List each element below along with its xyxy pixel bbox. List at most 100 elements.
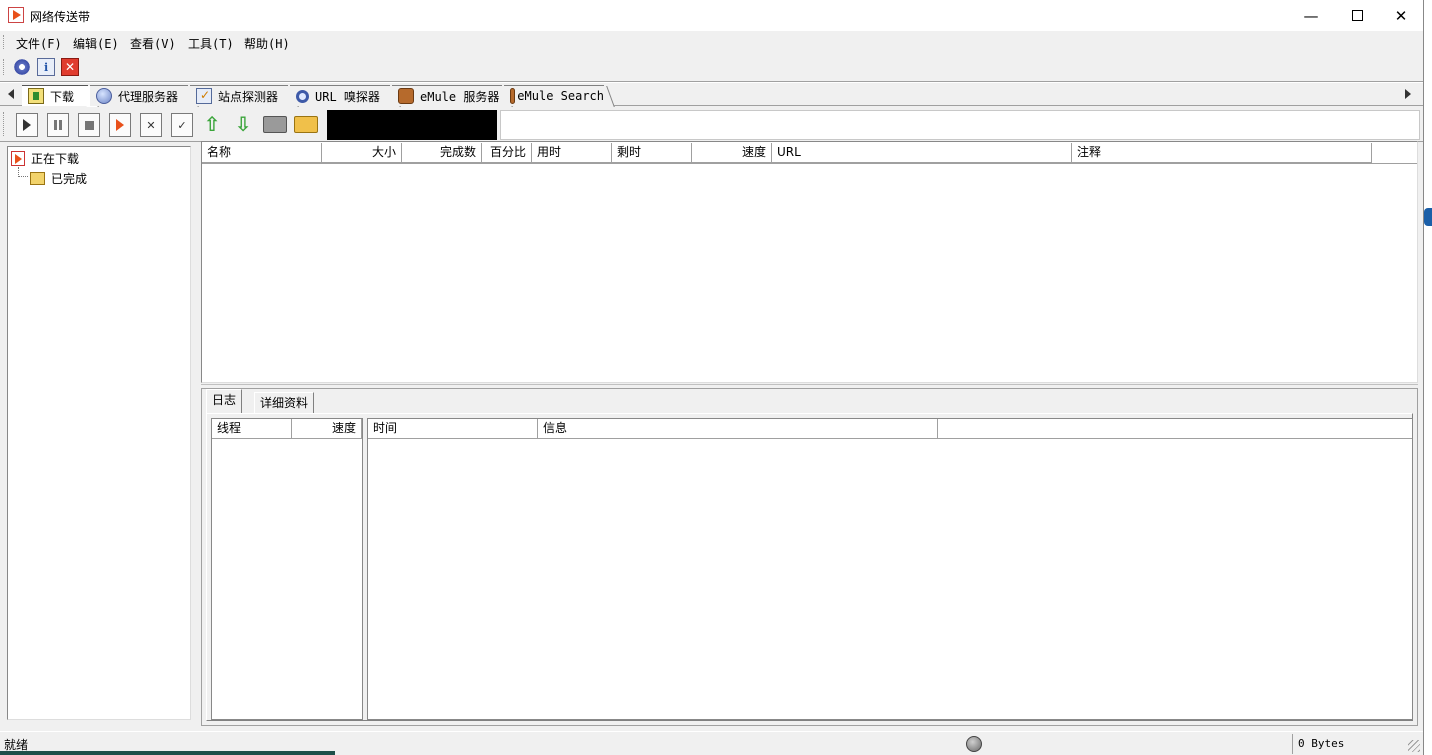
- downloading-icon: [11, 151, 25, 166]
- tab-log[interactable]: 日志: [206, 389, 243, 413]
- start-button[interactable]: [16, 113, 38, 137]
- tab-label: 代理服务器: [118, 89, 179, 104]
- toolbar-grip[interactable]: [3, 112, 6, 136]
- column-header-thread-speed[interactable]: 速度: [292, 419, 362, 439]
- category-tree: 正在下载 已完成: [7, 146, 191, 720]
- check-button[interactable]: ✓: [171, 113, 193, 137]
- column-header-remaining[interactable]: 剩时: [612, 143, 692, 163]
- redacted-field: [327, 110, 497, 140]
- tab-label: eMule Search: [517, 89, 604, 103]
- url-input[interactable]: [500, 110, 1420, 140]
- menu-edit[interactable]: 编辑(E): [73, 35, 119, 52]
- tree-item-downloading[interactable]: 正在下载: [11, 150, 79, 167]
- move-up-icon: ⇧: [203, 112, 221, 136]
- info-icon[interactable]: i: [37, 58, 55, 76]
- toolbar-grip[interactable]: [3, 59, 6, 75]
- close-button[interactable]: ✕: [1378, 0, 1423, 31]
- menu-view[interactable]: 查看(V): [130, 35, 176, 52]
- quick-toolbar: i ✕: [0, 54, 1423, 80]
- schedule-icon: [116, 119, 124, 131]
- tab-emule-search[interactable]: eMule Search: [504, 85, 615, 107]
- column-header-info[interactable]: 信息: [538, 419, 938, 439]
- background-strip: [0, 751, 335, 755]
- gear-icon[interactable]: [13, 58, 31, 76]
- column-header-elapsed[interactable]: 用时: [532, 143, 612, 163]
- tab-label: URL 嗅探器: [315, 89, 380, 104]
- stop-glyph: [79, 114, 99, 136]
- column-header-time[interactable]: 时间: [368, 419, 538, 439]
- tree-item-completed[interactable]: 已完成: [30, 170, 87, 187]
- resize-grip-icon[interactable]: [1408, 740, 1420, 752]
- stop-icon: [84, 120, 94, 130]
- main-tab-strip: 下载 代理服务器 站点探测器 URL 嗅探器 eMule 服务器 eMule S…: [0, 84, 1423, 107]
- tab-download[interactable]: 下载: [22, 85, 99, 107]
- emule-icon: [398, 88, 414, 104]
- vertical-splitter[interactable]: [194, 142, 200, 730]
- move-up-button[interactable]: ⇧: [201, 112, 223, 136]
- action-toolbar: ✕ ✓ ⇧ ⇩: [0, 107, 1423, 142]
- start-glyph: [17, 114, 37, 136]
- app-icon: [8, 7, 24, 23]
- column-header-size[interactable]: 大小: [322, 143, 402, 163]
- status-divider: [1292, 734, 1293, 754]
- menu-tools[interactable]: 工具(T): [188, 35, 234, 52]
- column-header-name[interactable]: 名称: [202, 143, 322, 163]
- close-icon: ✕: [1394, 6, 1408, 25]
- tab-emule-server[interactable]: eMule 服务器: [392, 85, 513, 107]
- status-indicator-icon: [966, 736, 982, 752]
- column-header-extra[interactable]: [938, 419, 1412, 439]
- stop-button[interactable]: [78, 113, 100, 137]
- info-glyph: i: [44, 61, 49, 74]
- tab-scroll-left-icon[interactable]: [8, 89, 14, 99]
- maximize-icon: [1351, 10, 1363, 21]
- thread-list: 线程 速度: [211, 418, 363, 720]
- column-header-url[interactable]: URL: [772, 143, 1072, 163]
- pause-button[interactable]: [47, 113, 69, 137]
- maximize-button[interactable]: [1334, 0, 1380, 31]
- menu-grip[interactable]: [3, 35, 6, 49]
- tree-connector: [18, 167, 28, 177]
- open-folder-icon[interactable]: [263, 116, 287, 133]
- tab-label: 站点探测器: [218, 89, 279, 104]
- move-down-button[interactable]: ⇩: [232, 112, 254, 136]
- download-icon: [28, 88, 44, 104]
- tab-scroll-right-icon[interactable]: [1405, 89, 1411, 99]
- folder-icon[interactable]: [294, 116, 318, 133]
- detail-panel: 日志 详细资料 线程 速度 时间 信息: [201, 388, 1418, 726]
- main-window: 网络传送带 — ✕ 文件(F) 编辑(E) 查看(V) 工具(T) 帮助(H) …: [0, 0, 1424, 755]
- column-header-speed[interactable]: 速度: [692, 143, 772, 163]
- menu-help[interactable]: 帮助(H): [244, 35, 290, 52]
- tab-label: 下载: [50, 89, 75, 104]
- column-header-comment[interactable]: 注释: [1072, 143, 1372, 163]
- column-header-completed[interactable]: 完成数: [402, 143, 482, 163]
- schedule-button[interactable]: [109, 113, 131, 137]
- tab-proxy-server[interactable]: 代理服务器: [90, 85, 199, 107]
- tab-site-scanner[interactable]: 站点探测器: [190, 85, 299, 107]
- exit-glyph: ✕: [64, 60, 76, 74]
- delete-glyph: ✕: [141, 114, 161, 136]
- completed-folder-icon: [30, 172, 45, 185]
- exit-icon[interactable]: ✕: [61, 58, 79, 76]
- title-bar[interactable]: 网络传送带 — ✕: [0, 0, 1423, 31]
- background-window-edge: [1424, 0, 1432, 755]
- menu-bar: 文件(F) 编辑(E) 查看(V) 工具(T) 帮助(H): [0, 31, 1423, 53]
- window-title: 网络传送带: [30, 10, 91, 24]
- tab-details[interactable]: 详细资料: [254, 392, 315, 413]
- tree-item-label: 正在下载: [31, 152, 80, 166]
- site-scan-icon: [196, 88, 212, 104]
- minimize-button[interactable]: —: [1288, 0, 1334, 31]
- download-list: 名称 大小 完成数 百分比 用时 剩时 速度 URL 注释: [201, 141, 1418, 383]
- menu-file[interactable]: 文件(F): [16, 35, 62, 52]
- log-list: 时间 信息: [367, 418, 1413, 720]
- minimize-icon: —: [1303, 6, 1319, 25]
- check-glyph: ✓: [172, 114, 192, 136]
- delete-button[interactable]: ✕: [140, 113, 162, 137]
- column-header-percent[interactable]: 百分比: [482, 143, 532, 163]
- background-badge: [1424, 208, 1432, 226]
- proxy-icon: [96, 88, 112, 104]
- tab-url-sniffer[interactable]: URL 嗅探器: [290, 85, 401, 107]
- tab-label: eMule 服务器: [420, 89, 500, 104]
- start-icon: [23, 119, 31, 131]
- check-icon: ✓: [177, 118, 187, 132]
- column-header-thread[interactable]: 线程: [212, 419, 292, 439]
